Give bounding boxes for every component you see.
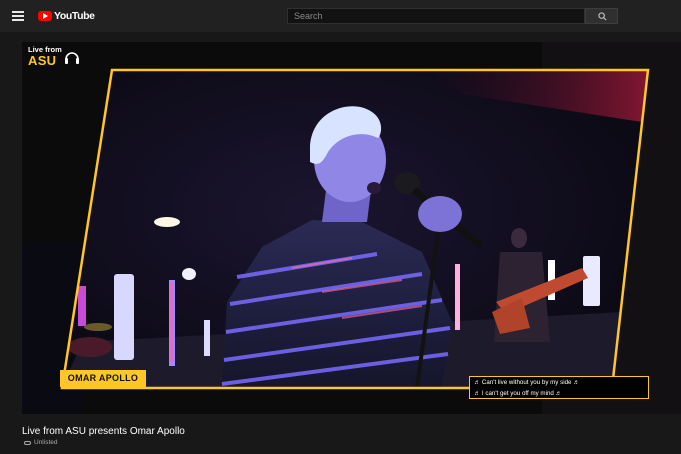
search-input[interactable]: [287, 8, 585, 24]
search-button[interactable]: [585, 8, 618, 24]
video-player[interactable]: Live from ASU OMAR APOLLO ♬ Can't live w…: [22, 42, 681, 414]
play-badge-icon: [38, 11, 52, 21]
lyrics-caption: ♬ Can't live without you by my side ♬ ♬ …: [469, 376, 649, 399]
live-from-asu-logo: Live from ASU: [26, 44, 86, 70]
logo-text: YouTube: [54, 10, 95, 22]
youtube-logo[interactable]: YouTube: [38, 9, 95, 23]
lyric-line-1: ♬ Can't live without you by my side ♬: [474, 379, 580, 386]
link-icon: [24, 440, 31, 445]
visibility-label: Unlisted: [34, 439, 58, 446]
headphones-icon: [65, 52, 79, 64]
menu-icon[interactable]: [12, 10, 24, 21]
masthead: YouTube: [0, 0, 681, 32]
search-icon: [598, 12, 607, 21]
brand-line-2: ASU: [28, 53, 57, 68]
video-frame: [22, 42, 681, 414]
video-title: Live from ASU presents Omar Apollo: [22, 426, 185, 437]
lyric-line-2: ♬ I can't get you off my mind ♬: [474, 390, 562, 397]
visibility-badge: Unlisted: [24, 439, 57, 446]
performer-name-tag: OMAR APOLLO: [60, 370, 146, 387]
